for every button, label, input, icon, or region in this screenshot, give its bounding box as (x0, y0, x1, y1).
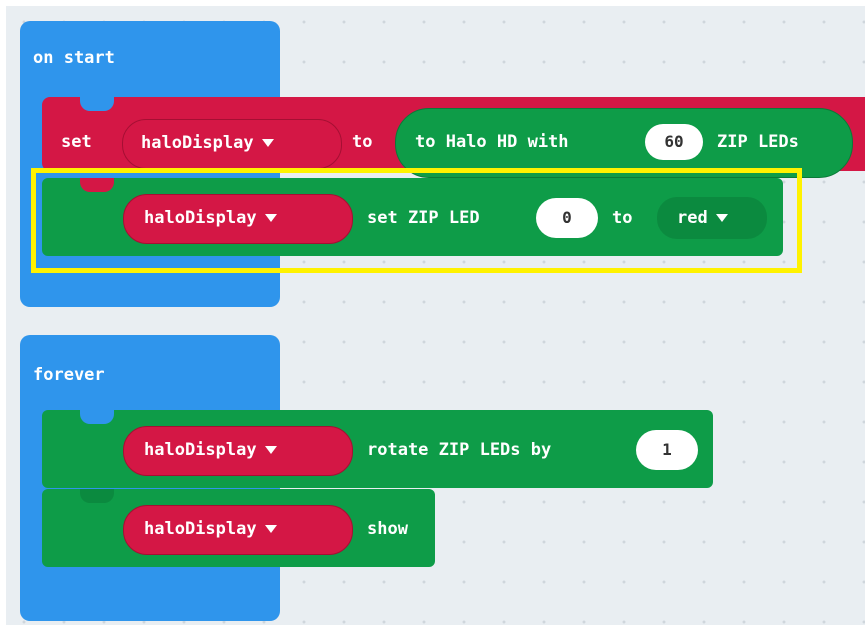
show-label: show (367, 519, 408, 539)
set-label: set (61, 132, 92, 152)
rotate-label: rotate ZIP LEDs by (367, 440, 552, 460)
rotate-amount-input[interactable]: 1 (636, 430, 698, 470)
constructor-suffix-label: ZIP LEDs (717, 132, 799, 152)
variable-name: haloDisplay (141, 133, 254, 153)
highlight-box (31, 168, 802, 273)
led-count-input[interactable]: 60 (645, 124, 703, 160)
dropdown-arrow-icon (264, 446, 277, 454)
variable-name: haloDisplay (144, 440, 257, 460)
block-notch (80, 489, 114, 503)
variable-dropdown-halodisplay[interactable]: haloDisplay (123, 426, 353, 476)
constructor-prefix-label: to Halo HD with (415, 132, 569, 152)
variable-dropdown-halodisplay[interactable]: haloDisplay (122, 119, 342, 169)
block-notch (80, 97, 114, 111)
dropdown-arrow-icon (261, 139, 274, 147)
variable-dropdown-halodisplay[interactable]: haloDisplay (123, 505, 353, 555)
dropdown-arrow-icon (264, 525, 277, 533)
to-label: to (352, 132, 373, 152)
on-start-label: on start (33, 48, 115, 68)
variable-name: haloDisplay (144, 519, 257, 539)
block-notch (80, 410, 114, 424)
forever-label: forever (33, 365, 105, 385)
